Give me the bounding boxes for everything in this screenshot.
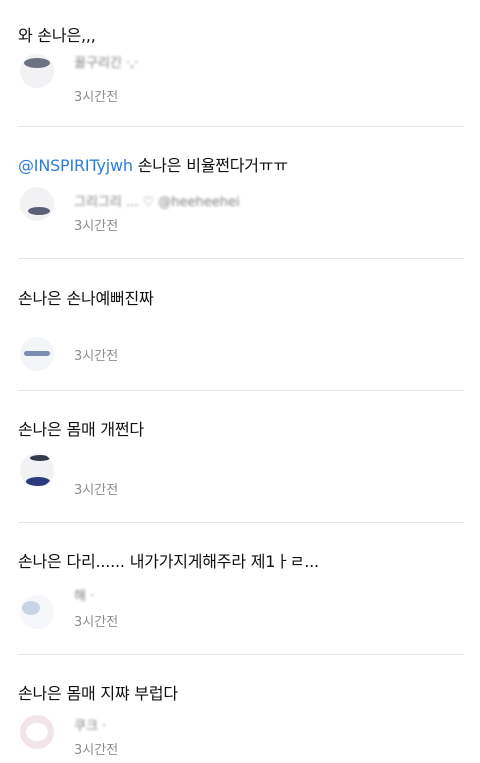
comment-text: 와 손나은,,, <box>18 26 96 45</box>
avatar-image <box>26 723 48 741</box>
username[interactable]: 해 · <box>74 585 94 604</box>
username[interactable]: 꿀구리긴 ·,· <box>74 52 138 71</box>
comment-meta: 해 · 3시간전 <box>18 585 464 630</box>
avatar-image <box>22 601 40 615</box>
timestamp: 3시간전 <box>74 743 119 758</box>
timestamp: 3시간전 <box>74 90 119 105</box>
comment-item[interactable]: 손나은 몸매 개쩐다 3시간전 <box>18 391 464 521</box>
avatar[interactable] <box>20 187 54 221</box>
comment-item[interactable]: 와 손나은,,, 꿀구리긴 ·,· 3시간전 <box>18 0 464 126</box>
avatar[interactable] <box>20 337 54 371</box>
comment-item[interactable]: @INSPIRITyjwh 손나은 비율쩐다거ㅠㅠ 그리그리 ... ♡ @he… <box>18 127 464 257</box>
timestamp: 3시간전 <box>74 349 119 364</box>
avatar[interactable] <box>20 54 54 88</box>
comment-text: 손나은 몸매 지쨔 부럽다 <box>18 684 178 703</box>
avatar-image <box>24 58 50 68</box>
comment-text: 손나은 손나예뻐진짜 <box>18 289 154 308</box>
timestamp: 3시간전 <box>74 219 119 234</box>
avatar[interactable] <box>20 453 54 487</box>
mention-link[interactable]: @INSPIRITyjwh <box>18 156 133 175</box>
avatar[interactable] <box>20 715 54 749</box>
avatar-image <box>24 351 50 356</box>
timestamp: 3시간전 <box>74 615 119 630</box>
avatar-image <box>28 207 50 215</box>
comment-item[interactable]: 손나은 다리...... 내가가지게해주라 제1ㅏㄹ... 해 · 3시간전 <box>18 523 464 653</box>
comment-text: @INSPIRITyjwh 손나은 비율쩐다거ㅠㅠ <box>18 152 288 176</box>
comment-text: 손나은 다리...... 내가가지게해주라 제1ㅏㄹ... <box>18 552 319 571</box>
comment-item[interactable]: 손나은 몸매 지쨔 부럽다 쿠크 · 3시간전 <box>18 655 464 763</box>
comment-meta: 쿠크 · 3시간전 <box>18 713 464 758</box>
comment-feed: 와 손나은,,, 꿀구리긴 ·,· 3시간전 @INSPIRITyjwh 손나은… <box>0 0 480 763</box>
comment-meta: 그리그리 ... ♡ @heeheehei 3시간전 <box>18 185 464 234</box>
timestamp: 3시간전 <box>74 483 119 498</box>
comment-meta: 3시간전 <box>18 337 464 377</box>
avatar-image <box>26 477 50 486</box>
avatar-image <box>30 455 50 461</box>
avatar[interactable] <box>20 595 54 629</box>
comment-body: 손나은 비율쩐다거ㅠㅠ <box>137 156 288 175</box>
username[interactable]: 그리그리 ... ♡ @heeheehei <box>74 191 240 210</box>
comment-meta: 3시간전 <box>18 451 464 498</box>
comment-text: 손나은 몸매 개쩐다 <box>18 420 144 439</box>
comment-meta: 꿀구리긴 ·,· 3시간전 <box>18 52 464 105</box>
comment-item[interactable]: 손나은 손나예뻐진짜 3시간전 <box>18 259 464 389</box>
username[interactable]: 쿠크 · <box>74 715 106 734</box>
